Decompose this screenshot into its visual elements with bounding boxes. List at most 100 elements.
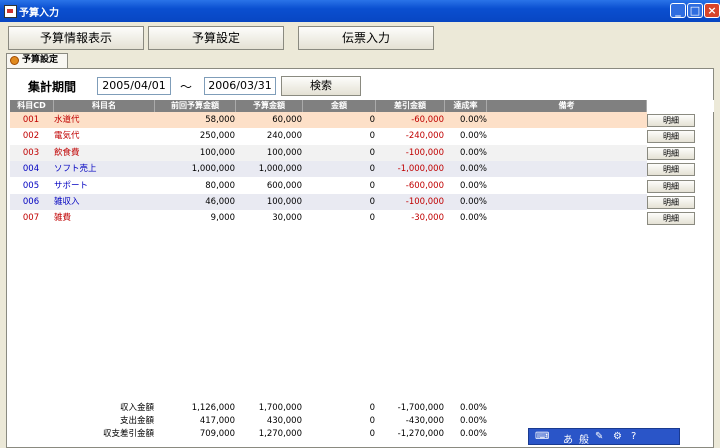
start-date-field[interactable]: 2005/04/01 bbox=[97, 77, 171, 95]
summary-row: 収入金額 1,126,000 1,700,000 0 -1,700,000 0.00% bbox=[10, 402, 647, 414]
help-icon[interactable]: ? bbox=[631, 431, 636, 442]
detail-button[interactable]: 明細 bbox=[647, 146, 695, 160]
summary-row: 支出金額 417,000 430,000 0 -430,000 0.00% bbox=[10, 415, 647, 427]
detail-button[interactable]: 明細 bbox=[647, 179, 695, 193]
rate-cell: 0.00% bbox=[459, 131, 487, 142]
summary-budget-cell: 1,270,000 bbox=[258, 429, 302, 439]
conversion-mode[interactable]: 般 bbox=[579, 431, 589, 446]
diff-cell: -1,000,000 bbox=[397, 164, 444, 175]
account-name-cell: 飲食費 bbox=[54, 147, 80, 158]
budget-cell: 1,000,000 bbox=[258, 164, 302, 175]
summary-label: 収入金額 bbox=[119, 403, 154, 413]
budget-cell: 100,000 bbox=[266, 197, 302, 207]
col-code-header: 科目CD bbox=[10, 100, 54, 112]
col-budget-header: 予算金額 bbox=[236, 100, 303, 112]
diff-cell: -600,000 bbox=[405, 180, 444, 191]
prev-budget-cell: 9,000 bbox=[210, 213, 235, 224]
prev-budget-cell: 58,000 bbox=[205, 115, 235, 125]
pad-icon[interactable]: ✎ bbox=[595, 431, 603, 442]
account-code-cell: 007 bbox=[22, 213, 40, 224]
keyboard-icon[interactable]: ⌨ bbox=[535, 431, 549, 442]
maximize-button[interactable]: □ bbox=[687, 3, 703, 18]
budget-info-button[interactable]: 予算情報表示 bbox=[8, 26, 144, 50]
col-prev-budget-header: 前回予算金額 bbox=[155, 100, 236, 112]
amount-cell: 0 bbox=[369, 147, 375, 158]
budget-cell: 240,000 bbox=[266, 131, 302, 142]
summary-rate-cell: 0.00% bbox=[459, 429, 487, 439]
summary-budget-cell: 1,700,000 bbox=[258, 403, 302, 413]
diff-cell: -100,000 bbox=[405, 197, 444, 207]
amount-cell: 0 bbox=[369, 213, 375, 224]
end-date-field[interactable]: 2006/03/31 bbox=[204, 77, 276, 95]
summary-budget-cell: 430,000 bbox=[266, 416, 302, 426]
close-button[interactable]: × bbox=[704, 3, 720, 18]
account-code-cell: 005 bbox=[22, 180, 40, 191]
ime-mode[interactable]: あ bbox=[563, 431, 573, 446]
detail-button[interactable]: 明細 bbox=[647, 212, 695, 226]
tools-icon[interactable]: ⚙ bbox=[613, 431, 622, 442]
app-icon bbox=[4, 5, 17, 18]
summary-rate-cell: 0.00% bbox=[459, 403, 487, 413]
summary-label: 支出金額 bbox=[119, 416, 154, 426]
diff-cell: -60,000 bbox=[411, 115, 444, 125]
account-code-cell: 006 bbox=[22, 197, 40, 207]
summary-rate-cell: 0.00% bbox=[459, 416, 487, 426]
account-name-cell: 雑費 bbox=[54, 213, 72, 224]
table-row[interactable]: 004 ソフト売上 1,000,000 1,000,000 0 -1,000,000 0.0… bbox=[10, 161, 647, 178]
prev-budget-cell: 46,000 bbox=[205, 197, 235, 207]
budget-cell: 600,000 bbox=[266, 180, 302, 191]
voucher-entry-button[interactable]: 伝票入力 bbox=[298, 26, 434, 50]
summary-diff-cell: -1,700,000 bbox=[397, 403, 444, 413]
summary-diff-cell: -1,270,000 bbox=[397, 429, 444, 439]
table-row[interactable]: 006 雑収入 46,000 100,000 0 -100,000 0.00% bbox=[10, 194, 647, 210]
minimize-button[interactable]: _ bbox=[670, 3, 686, 18]
table-row[interactable]: 005 サポート 80,000 600,000 0 -600,000 0.00% bbox=[10, 177, 647, 194]
detail-button[interactable]: 明細 bbox=[647, 114, 695, 127]
detail-button[interactable]: 明細 bbox=[647, 130, 695, 144]
diff-cell: -100,000 bbox=[405, 147, 444, 158]
table-row[interactable]: 003 飲食費 100,000 100,000 0 -100,000 0.00% bbox=[10, 144, 647, 161]
account-code-cell: 003 bbox=[22, 147, 40, 158]
account-name-cell: 電気代 bbox=[54, 131, 80, 142]
summary-prev-cell: 1,126,000 bbox=[191, 403, 235, 413]
amount-cell: 0 bbox=[369, 197, 375, 207]
summary-amount-cell: 0 bbox=[369, 403, 375, 413]
budget-tab-icon bbox=[10, 56, 19, 65]
budget-settings-button[interactable]: 予算設定 bbox=[148, 26, 284, 50]
diff-cell: -240,000 bbox=[405, 131, 444, 142]
account-name-cell: サポート bbox=[54, 180, 89, 191]
period-separator: ～ bbox=[180, 80, 193, 94]
amount-cell: 0 bbox=[369, 180, 375, 191]
budget-cell: 100,000 bbox=[266, 147, 302, 158]
account-code-cell: 004 bbox=[22, 164, 40, 175]
table-row[interactable]: 001 水道代 58,000 60,000 0 -60,000 0.00% bbox=[10, 112, 647, 128]
table-row[interactable]: 007 雑費 9,000 30,000 0 -30,000 0.00% bbox=[10, 210, 647, 227]
prev-budget-cell: 250,000 bbox=[199, 131, 235, 142]
prev-budget-cell: 1,000,000 bbox=[191, 164, 235, 175]
tab-budget-settings[interactable]: 予算設定 bbox=[6, 53, 68, 68]
detail-button[interactable]: 明細 bbox=[647, 163, 695, 177]
rate-cell: 0.00% bbox=[459, 213, 487, 224]
account-name-cell: ソフト売上 bbox=[54, 164, 97, 175]
prev-budget-cell: 100,000 bbox=[199, 147, 235, 158]
col-diff-header: 差引金額 bbox=[376, 100, 445, 112]
summary-prev-cell: 417,000 bbox=[199, 416, 235, 426]
tab-label: 予算設定 bbox=[22, 55, 59, 65]
summary-label: 収支差引金額 bbox=[102, 429, 154, 439]
window-title: 予算入力 bbox=[19, 8, 59, 19]
account-name-cell: 水道代 bbox=[54, 115, 80, 125]
rate-cell: 0.00% bbox=[459, 180, 487, 191]
detail-button[interactable]: 明細 bbox=[647, 196, 695, 209]
title-bar: 予算入力 _ □ × bbox=[0, 0, 720, 22]
amount-cell: 0 bbox=[369, 164, 375, 175]
language-bar[interactable]: ⌨ あ 般 ✎ ⚙ ? bbox=[528, 428, 680, 446]
col-amount-header: 金額 bbox=[303, 100, 376, 112]
summary-diff-cell: -430,000 bbox=[405, 416, 444, 426]
account-code-cell: 001 bbox=[22, 115, 40, 125]
summary-prev-cell: 709,000 bbox=[199, 429, 235, 439]
table-row[interactable]: 002 電気代 250,000 240,000 0 -240,000 0.00% bbox=[10, 128, 647, 145]
search-button[interactable]: 検索 bbox=[281, 76, 361, 96]
col-rate-header: 達成率 bbox=[445, 100, 487, 112]
account-name-cell: 雑収入 bbox=[54, 197, 80, 207]
budget-cell: 60,000 bbox=[272, 115, 302, 125]
